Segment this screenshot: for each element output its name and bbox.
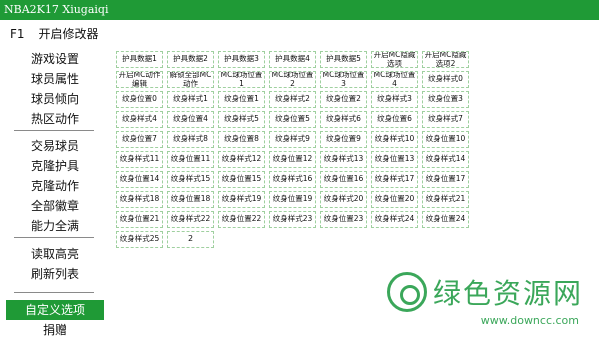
menu-donate[interactable]: 捐赠 (6, 320, 104, 340)
menu-player-tendencies[interactable]: 球员倾向 (6, 89, 104, 109)
option-button[interactable]: 纹身位置8 (218, 131, 265, 148)
option-button[interactable]: 纹身位置16 (320, 171, 367, 188)
option-button[interactable]: 纹身位置3 (422, 91, 469, 108)
option-button[interactable]: 纹身位置12 (269, 151, 316, 168)
option-button[interactable]: 纹身样式15 (167, 171, 214, 188)
option-button[interactable]: 护具数据1 (116, 51, 163, 68)
option-button[interactable]: 纹身位置4 (167, 111, 214, 128)
option-button[interactable]: 纹身位置10 (422, 131, 469, 148)
option-button[interactable]: 护具数据3 (218, 51, 265, 68)
sidebar-divider (14, 237, 94, 238)
option-button[interactable]: 纹身样式2 (269, 91, 316, 108)
option-button[interactable]: 开启MC动作 编辑 (116, 71, 163, 88)
option-button[interactable]: 纹身样式7 (422, 111, 469, 128)
option-button[interactable]: 纹身位置20 (371, 191, 418, 208)
window-title: NBA2K17 Xiugaiqi (4, 3, 109, 16)
option-button[interactable]: 纹身样式25 (116, 231, 163, 248)
watermark-logo-icon (386, 272, 427, 312)
title-bar: NBA2K17 Xiugaiqi (0, 0, 599, 20)
watermark: 绿色资源网 www.downcc.com (386, 272, 583, 327)
option-button[interactable]: 纹身位置22 (218, 211, 265, 228)
hotkey-row: F1 开启修改器 (10, 25, 99, 42)
option-button[interactable]: 纹身位置7 (116, 131, 163, 148)
option-button[interactable]: 护具数据2 (167, 51, 214, 68)
option-button[interactable]: MC球场位置 3 (320, 71, 367, 88)
option-button[interactable]: 开启MC隐藏 选项2 (422, 51, 469, 68)
option-button[interactable]: 纹身样式8 (167, 131, 214, 148)
option-button[interactable]: 纹身样式14 (422, 151, 469, 168)
option-button[interactable]: 纹身样式24 (371, 211, 418, 228)
menu-hot-zone-moves[interactable]: 热区动作 (6, 109, 104, 129)
option-button[interactable]: 纹身样式4 (116, 111, 163, 128)
menu-all-badges[interactable]: 全部徽章 (6, 196, 104, 216)
option-button[interactable]: 纹身样式10 (371, 131, 418, 148)
menu-game-settings[interactable]: 游戏设置 (6, 49, 104, 69)
option-button[interactable]: 纹身位置0 (116, 91, 163, 108)
option-button[interactable]: 纹身位置2 (320, 91, 367, 108)
option-button[interactable]: 纹身样式11 (116, 151, 163, 168)
option-button[interactable]: 纹身位置19 (269, 191, 316, 208)
option-button[interactable]: 纹身位置17 (422, 171, 469, 188)
option-button[interactable]: 纹身样式22 (167, 211, 214, 228)
option-button[interactable]: MC球场位置 4 (371, 71, 418, 88)
hotkey-label: 开启修改器 (38, 27, 99, 41)
option-button[interactable]: MC球场位置 2 (269, 71, 316, 88)
watermark-text: 绿色资源网 (432, 277, 583, 310)
sidebar-group-settings: 游戏设置 球员属性 球员倾向 热区动作 (6, 49, 104, 129)
sidebar-divider (14, 292, 94, 293)
sidebar-group-custom: 自定义选项 捐赠 (6, 300, 104, 340)
menu-custom-options[interactable]: 自定义选项 (6, 300, 104, 320)
option-button[interactable]: 纹身样式16 (269, 171, 316, 188)
option-button[interactable]: 纹身位置6 (371, 111, 418, 128)
option-button[interactable]: 纹身位置9 (320, 131, 367, 148)
menu-player-attributes[interactable]: 球员属性 (6, 69, 104, 89)
sidebar-group-players: 交易球员 克隆护具 克隆动作 全部徽章 能力全满 (6, 136, 104, 236)
option-button[interactable]: 纹身样式3 (371, 91, 418, 108)
menu-max-abilities[interactable]: 能力全满 (6, 216, 104, 236)
option-button[interactable]: 纹身位置18 (167, 191, 214, 208)
option-button[interactable]: 纹身样式9 (269, 131, 316, 148)
option-button[interactable]: 纹身样式19 (218, 191, 265, 208)
option-button[interactable]: 开启MC隐藏 选项 (371, 51, 418, 68)
option-button[interactable]: 纹身样式1 (167, 91, 214, 108)
option-button[interactable]: 纹身样式0 (422, 71, 469, 88)
menu-clone-gear[interactable]: 克隆护具 (6, 156, 104, 176)
watermark-url: www.downcc.com (480, 314, 579, 327)
option-button[interactable]: 纹身样式21 (422, 191, 469, 208)
option-button[interactable]: 纹身样式6 (320, 111, 367, 128)
option-button[interactable]: 纹身位置24 (422, 211, 469, 228)
option-button[interactable]: 解锁全部MC 动作 (167, 71, 214, 88)
menu-clone-moves[interactable]: 克隆动作 (6, 176, 104, 196)
option-button[interactable]: 护具数据5 (320, 51, 367, 68)
option-button[interactable]: 纹身样式17 (371, 171, 418, 188)
option-button[interactable]: 纹身样式20 (320, 191, 367, 208)
option-button[interactable]: 护具数据4 (269, 51, 316, 68)
option-button[interactable]: 纹身样式18 (116, 191, 163, 208)
option-button[interactable]: 纹身位置21 (116, 211, 163, 228)
option-button[interactable]: 纹身样式5 (218, 111, 265, 128)
option-button[interactable]: 纹身位置23 (320, 211, 367, 228)
option-button[interactable]: 2 (167, 231, 214, 248)
menu-refresh-list[interactable]: 刷新列表 (6, 264, 104, 284)
option-button[interactable]: 纹身样式13 (320, 151, 367, 168)
option-button[interactable]: 纹身位置13 (371, 151, 418, 168)
menu-trade-players[interactable]: 交易球员 (6, 136, 104, 156)
sidebar-divider (14, 130, 94, 131)
option-button[interactable]: 纹身样式12 (218, 151, 265, 168)
option-button[interactable]: MC球场位置 1 (218, 71, 265, 88)
option-button[interactable]: 纹身位置14 (116, 171, 163, 188)
option-button[interactable]: 纹身位置1 (218, 91, 265, 108)
option-button[interactable]: 纹身样式23 (269, 211, 316, 228)
sidebar-group-tools: 读取高亮 刷新列表 (6, 244, 104, 284)
option-button[interactable]: 纹身位置5 (269, 111, 316, 128)
menu-read-highlight[interactable]: 读取高亮 (6, 244, 104, 264)
hotkey-key: F1 (10, 27, 25, 41)
option-button[interactable]: 纹身位置15 (218, 171, 265, 188)
custom-options-grid: 护具数据1 护具数据2 护具数据3 护具数据4 护具数据5 开启MC隐藏 选项 开启MC隐藏… (116, 51, 470, 248)
option-button[interactable]: 纹身位置11 (167, 151, 214, 168)
